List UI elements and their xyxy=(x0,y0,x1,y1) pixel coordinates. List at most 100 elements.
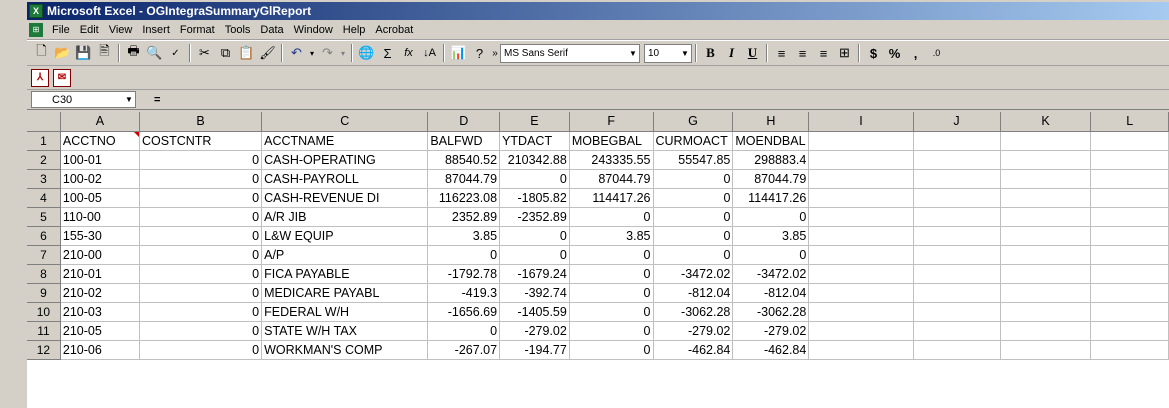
cell-g3[interactable]: 0 xyxy=(653,169,734,189)
cell-a11[interactable]: 210-05 xyxy=(60,321,141,341)
cell-b3[interactable]: 0 xyxy=(139,169,263,189)
toolbar-options-icon[interactable]: » xyxy=(490,43,500,64)
cell-l6[interactable] xyxy=(1090,226,1169,246)
cell-f10[interactable]: 0 xyxy=(569,302,654,322)
align-right-icon[interactable]: ≡ xyxy=(813,43,834,64)
cell-d2[interactable]: 88540.52 xyxy=(427,150,501,170)
cell-j2[interactable] xyxy=(913,150,1001,170)
cell-k5[interactable] xyxy=(1000,207,1092,227)
menu-data[interactable]: Data xyxy=(255,24,288,36)
cell-a5[interactable]: 110-00 xyxy=(60,207,141,227)
cell-d12[interactable]: -267.07 xyxy=(427,340,501,360)
menu-file[interactable]: File xyxy=(47,24,75,36)
cell-a2[interactable]: 100-01 xyxy=(60,150,141,170)
cell-g10[interactable]: -3062.28 xyxy=(653,302,734,322)
cell-h7[interactable]: 0 xyxy=(732,245,810,265)
cell-i6[interactable] xyxy=(808,226,914,246)
menu-tools[interactable]: Tools xyxy=(220,24,256,36)
chevron-down-icon[interactable]: ▼ xyxy=(627,49,639,58)
cell-l3[interactable] xyxy=(1090,169,1169,189)
cell-g9[interactable]: -812.04 xyxy=(653,283,734,303)
cell-h10[interactable]: -3062.28 xyxy=(732,302,810,322)
menu-acrobat[interactable]: Acrobat xyxy=(370,24,418,36)
cell-d7[interactable]: 0 xyxy=(427,245,501,265)
cell-e4[interactable]: -1805.82 xyxy=(499,188,570,208)
cell-l8[interactable] xyxy=(1090,264,1169,284)
convert-to-pdf-icon[interactable]: ⅄ xyxy=(31,68,49,87)
menu-view[interactable]: View xyxy=(104,24,138,36)
cell-l11[interactable] xyxy=(1090,321,1169,341)
cell-a12[interactable]: 210-06 xyxy=(60,340,141,360)
cell-b11[interactable]: 0 xyxy=(139,321,263,341)
row-header[interactable]: 8 xyxy=(27,264,61,284)
cell-j6[interactable] xyxy=(913,226,1001,246)
column-header-d[interactable]: D xyxy=(427,112,501,132)
cell-l12[interactable] xyxy=(1090,340,1169,360)
cell-j11[interactable] xyxy=(913,321,1001,341)
chart-wizard-icon[interactable]: 📊 xyxy=(448,43,469,64)
print-preview-icon[interactable]: 🔍 xyxy=(144,43,165,64)
menu-window[interactable]: Window xyxy=(289,24,338,36)
cell-g1[interactable]: CURMOACT xyxy=(653,131,734,151)
cell-j7[interactable] xyxy=(913,245,1001,265)
function-icon[interactable]: fx xyxy=(398,43,419,64)
cell-c12[interactable]: WORKMAN'S COMP xyxy=(261,340,429,360)
currency-icon[interactable]: $ xyxy=(863,43,884,64)
column-header-g[interactable]: G xyxy=(653,112,734,132)
menu-format[interactable]: Format xyxy=(175,24,220,36)
align-center-icon[interactable]: ≡ xyxy=(792,43,813,64)
row-header[interactable]: 9 xyxy=(27,283,61,303)
cell-g2[interactable]: 55547.85 xyxy=(653,150,734,170)
cell-f5[interactable]: 0 xyxy=(569,207,654,227)
cell-i4[interactable] xyxy=(808,188,914,208)
cell-h4[interactable]: 114417.26 xyxy=(732,188,810,208)
chevron-down-icon[interactable]: ▼ xyxy=(123,95,135,104)
cell-e5[interactable]: -2352.89 xyxy=(499,207,570,227)
column-header-j[interactable]: J xyxy=(913,112,1001,132)
permission-icon[interactable]: 🖹 xyxy=(94,43,115,64)
comment-indicator-icon[interactable] xyxy=(134,131,139,137)
select-all-corner[interactable] xyxy=(27,112,61,132)
worksheet-grid[interactable]: ABCDEFGHIJKL 1 ACCTNO COSTCNTR ACCTNAME BALF… xyxy=(27,112,1169,408)
cell-e6[interactable]: 0 xyxy=(499,226,570,246)
column-header-i[interactable]: I xyxy=(808,112,914,132)
print-icon[interactable]: 🖶 xyxy=(123,43,144,64)
cell-b10[interactable]: 0 xyxy=(139,302,263,322)
cell-i7[interactable] xyxy=(808,245,914,265)
new-icon[interactable]: 🗋 xyxy=(31,43,52,64)
cell-a4[interactable]: 100-05 xyxy=(60,188,141,208)
hyperlink-icon[interactable]: 🌐 xyxy=(356,43,377,64)
row-header[interactable]: 1 xyxy=(27,131,61,151)
cell-j1[interactable] xyxy=(913,131,1001,151)
cell-c6[interactable]: L&W EQUIP xyxy=(261,226,429,246)
menu-help[interactable]: Help xyxy=(338,24,371,36)
row-header[interactable]: 3 xyxy=(27,169,61,189)
cell-b2[interactable]: 0 xyxy=(139,150,263,170)
cell-j3[interactable] xyxy=(913,169,1001,189)
cell-k12[interactable] xyxy=(1000,340,1092,360)
column-header-b[interactable]: B xyxy=(139,112,263,132)
cell-g5[interactable]: 0 xyxy=(653,207,734,227)
cell-f11[interactable]: 0 xyxy=(569,321,654,341)
cell-a7[interactable]: 210-00 xyxy=(60,245,141,265)
cell-i5[interactable] xyxy=(808,207,914,227)
merge-center-icon[interactable]: ⊞ xyxy=(834,43,855,64)
cell-b4[interactable]: 0 xyxy=(139,188,263,208)
open-icon[interactable]: 📂 xyxy=(52,43,73,64)
convert-and-email-icon[interactable]: ✉ xyxy=(53,68,71,87)
cell-d1[interactable]: BALFWD xyxy=(427,131,501,151)
cell-h2[interactable]: 298883.4 xyxy=(732,150,810,170)
column-header-k[interactable]: K xyxy=(1000,112,1092,132)
workbook-icon[interactable]: ⊞ xyxy=(29,22,43,37)
cell-i1[interactable] xyxy=(808,131,914,151)
underline-icon[interactable]: U xyxy=(742,43,763,64)
cell-k9[interactable] xyxy=(1000,283,1092,303)
excel-icon[interactable]: X xyxy=(29,4,43,18)
paste-icon[interactable]: 📋 xyxy=(236,43,257,64)
cell-d4[interactable]: 116223.08 xyxy=(427,188,501,208)
undo-dropdown-icon[interactable]: ▾ xyxy=(307,43,317,64)
cell-c2[interactable]: CASH-OPERATING xyxy=(261,150,429,170)
cell-e12[interactable]: -194.77 xyxy=(499,340,570,360)
cell-l1[interactable] xyxy=(1090,131,1169,151)
redo-dropdown-icon[interactable]: ▾ xyxy=(338,43,348,64)
